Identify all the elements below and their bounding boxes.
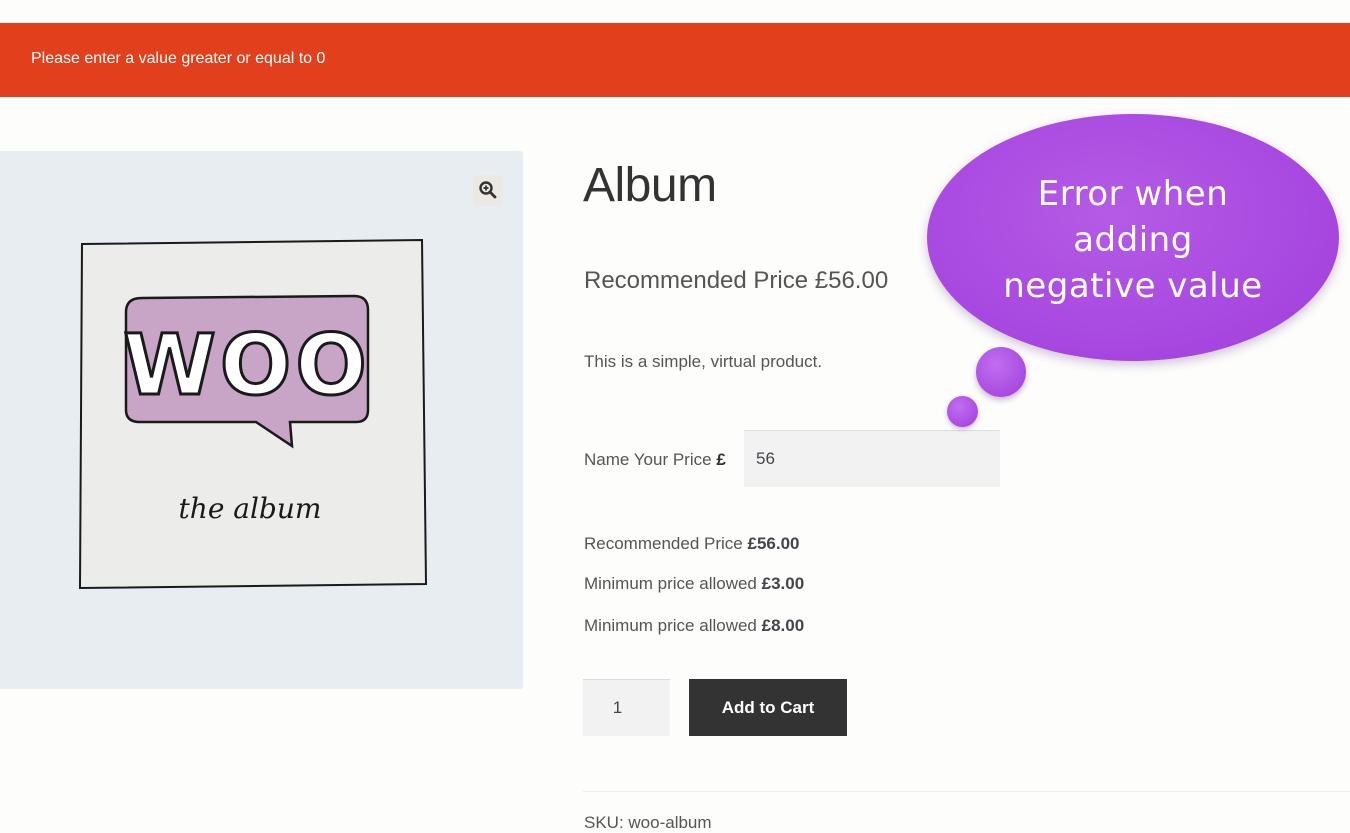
callout-text: Error when adding negative value xyxy=(927,171,1339,309)
recommended-price-info: Recommended Price £56.00 xyxy=(584,534,799,554)
info-value: £56.00 xyxy=(747,534,800,553)
product-description: This is a simple, virtual product. xyxy=(584,352,823,371)
album-subtitle-text: the album xyxy=(179,492,322,525)
minimum-price-info: Minimum price allowed £3.00 xyxy=(584,574,804,594)
quantity-input[interactable] xyxy=(583,679,670,736)
callout-line: negative value xyxy=(1003,266,1263,306)
info-label: Minimum price allowed xyxy=(584,616,757,635)
currency-symbol: £ xyxy=(716,450,726,469)
divider xyxy=(583,791,1350,792)
name-your-price-label: Name Your Price £ xyxy=(584,450,726,470)
maximum-price-info: Minimum price allowed £8.00 xyxy=(584,616,804,636)
sku-text: SKU: woo-album xyxy=(584,813,712,832)
name-your-price-label-text: Name Your Price xyxy=(584,450,712,469)
recommended-price-heading: Recommended Price £56.00 xyxy=(584,267,889,294)
callout-line: Error when xyxy=(1037,174,1229,214)
callout-bubble: Error when adding negative value xyxy=(927,114,1339,361)
error-notice-bar: Please enter a value greater or equal to… xyxy=(0,23,1350,97)
zoom-in-icon xyxy=(479,181,497,199)
product-title: Album xyxy=(583,159,717,212)
zoom-button[interactable] xyxy=(473,175,503,205)
name-your-price-input[interactable] xyxy=(744,430,1000,487)
info-label: Minimum price allowed xyxy=(584,574,757,593)
callout-line: adding xyxy=(1073,220,1193,260)
info-value: £8.00 xyxy=(761,616,805,635)
callout-dot-large xyxy=(976,347,1026,397)
add-to-cart-button[interactable]: Add to Cart xyxy=(689,679,847,736)
callout-dot-small xyxy=(947,396,978,427)
info-label: Recommended Price xyxy=(584,534,743,553)
product-image[interactable]: WOO the album xyxy=(70,232,440,602)
error-notice-text: Please enter a value greater or equal to… xyxy=(31,50,326,67)
logo-text: WOO xyxy=(123,316,370,414)
info-value: £3.00 xyxy=(761,574,805,593)
